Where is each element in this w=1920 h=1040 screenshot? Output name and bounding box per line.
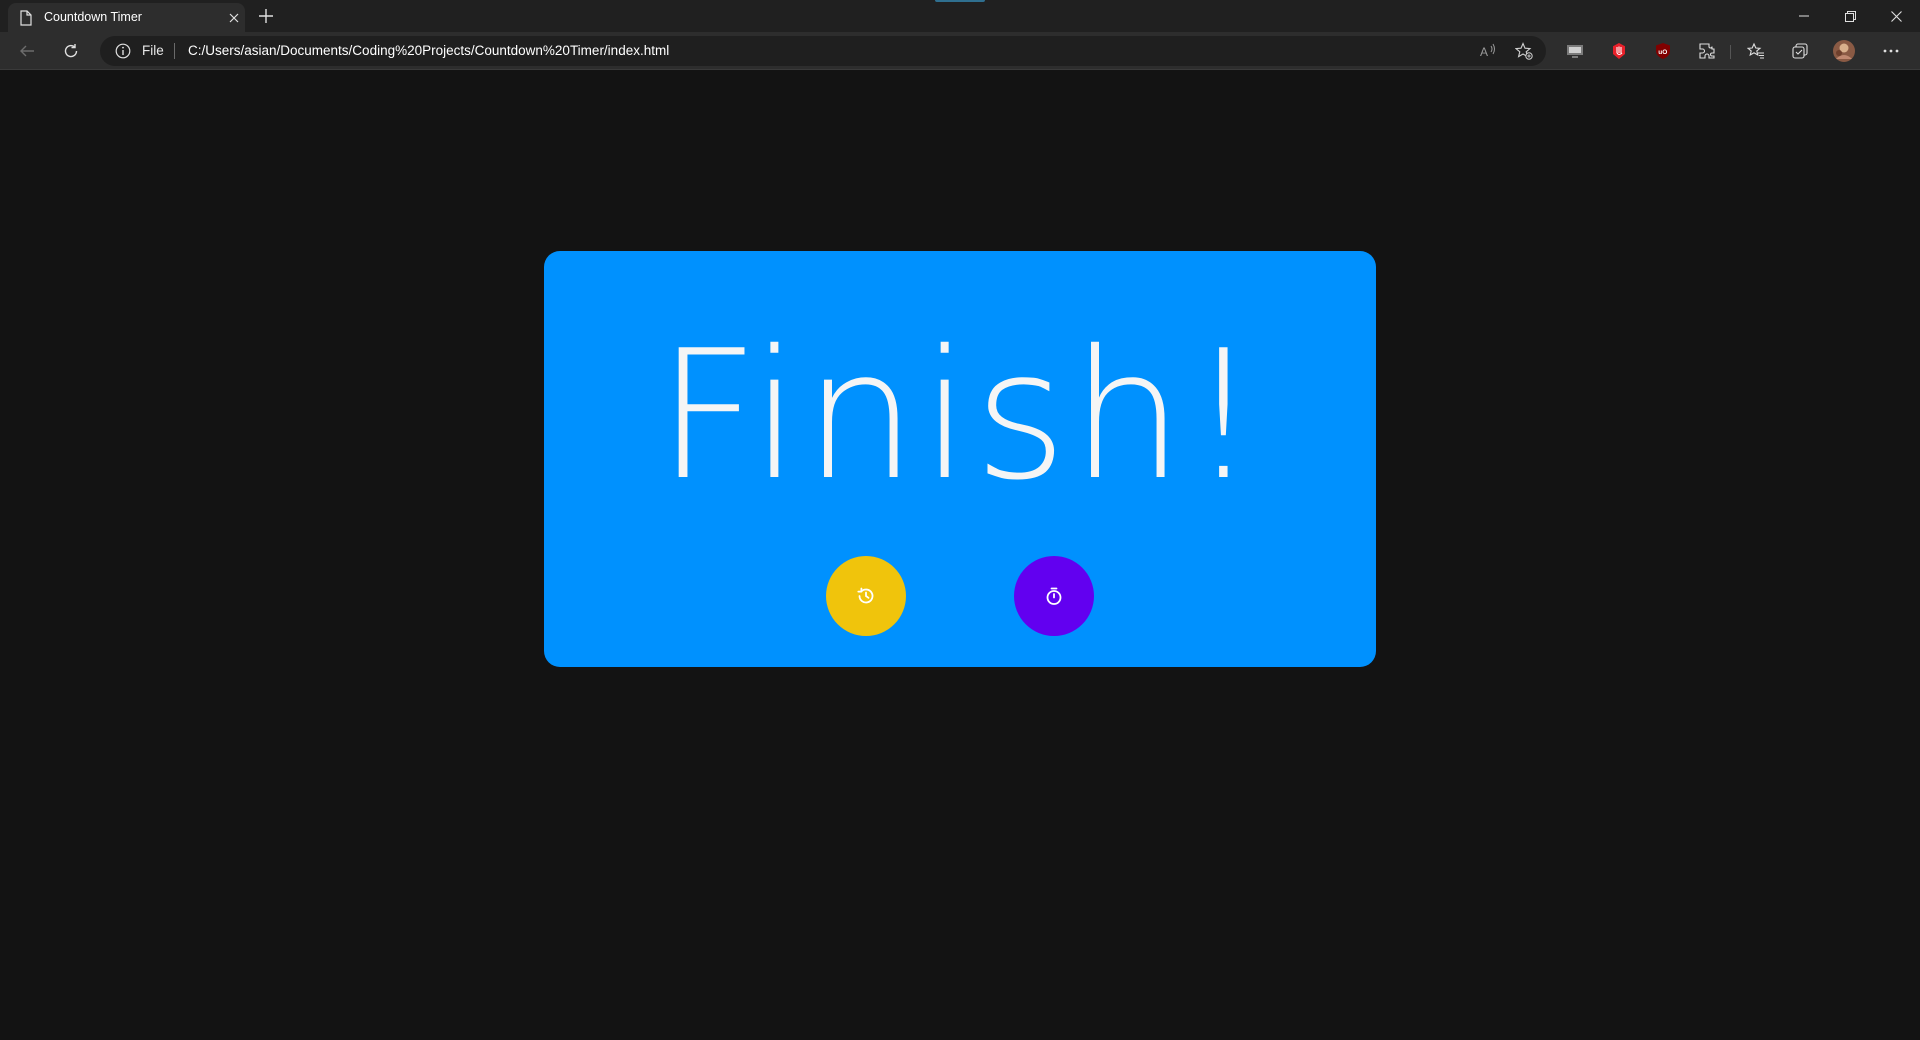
- read-aloud-icon[interactable]: A: [1475, 38, 1501, 64]
- page-icon: [20, 10, 32, 26]
- extensions-icon[interactable]: [1692, 36, 1722, 66]
- timer-card: Finish!: [544, 251, 1376, 667]
- toolbar-divider: [1730, 45, 1731, 59]
- more-options-icon[interactable]: [1876, 36, 1906, 66]
- favorites-icon[interactable]: [1741, 36, 1771, 66]
- close-window-icon[interactable]: [1873, 0, 1919, 32]
- address-bar[interactable]: File C:/Users/asian/Documents/Coding%20P…: [100, 36, 1546, 66]
- refresh-icon[interactable]: [56, 36, 86, 66]
- scheme-label: File: [142, 43, 164, 58]
- add-favorite-icon[interactable]: [1511, 38, 1537, 64]
- collections-icon[interactable]: [1785, 36, 1815, 66]
- stopwatch-icon: [1046, 587, 1062, 605]
- close-tab-icon[interactable]: [224, 8, 244, 28]
- restore-icon[interactable]: [1827, 0, 1873, 32]
- svg-text:uO: uO: [1658, 49, 1667, 56]
- start-timer-button[interactable]: [1014, 556, 1094, 636]
- history-icon: [857, 587, 874, 604]
- svg-text:A: A: [1480, 45, 1488, 59]
- finish-message: Finish!: [656, 312, 1264, 519]
- info-icon[interactable]: [115, 43, 131, 59]
- profile-avatar[interactable]: [1829, 36, 1859, 66]
- new-tab-icon[interactable]: [254, 4, 278, 28]
- browser-toolbar: File C:/Users/asian/Documents/Coding%20P…: [0, 32, 1920, 70]
- stop-hand-extension-icon[interactable]: [1604, 36, 1634, 66]
- drag-indicator: [935, 0, 985, 2]
- minimize-icon[interactable]: [1781, 0, 1827, 32]
- tab-strip: Countdown Timer: [0, 0, 1920, 32]
- address-divider: [174, 43, 175, 59]
- tab-title: Countdown Timer: [44, 10, 142, 24]
- url-text[interactable]: C:/Users/asian/Documents/Coding%20Projec…: [188, 43, 669, 58]
- page-viewport: Finish!: [0, 71, 1920, 1040]
- back-icon[interactable]: [12, 36, 42, 66]
- screen-extension-icon[interactable]: [1560, 36, 1590, 66]
- reset-button[interactable]: [826, 556, 906, 636]
- browser-tab[interactable]: Countdown Timer: [8, 3, 245, 32]
- ublock-extension-icon[interactable]: uO: [1648, 36, 1678, 66]
